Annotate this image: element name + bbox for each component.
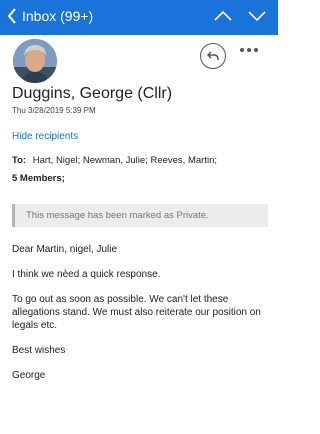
more-horizontal-icon	[247, 48, 251, 52]
chevron-up-icon	[214, 10, 232, 21]
previous-message-button[interactable]	[213, 9, 233, 28]
recipients-row: To: Hart, Nigel; Newman, Julie; Reeves, …	[12, 155, 217, 166]
recipient[interactable]: Hart, Nigel;	[33, 155, 81, 166]
avatar[interactable]	[13, 39, 57, 83]
body-paragraph: I think we nèed a quick response.	[12, 269, 161, 280]
hide-recipients-link[interactable]: Hide recipients	[12, 131, 78, 142]
body-paragraph: Dear Martin, nigel, Julie	[12, 244, 118, 255]
more-horizontal-icon	[240, 48, 244, 52]
private-notice: This message has been marked as Private.	[12, 204, 268, 227]
recipient[interactable]: Reeves, Martin;	[150, 155, 217, 166]
reply-button[interactable]	[200, 43, 226, 69]
top-bar: Inbox (99+)	[0, 0, 278, 35]
more-options-button[interactable]	[240, 48, 258, 52]
chevron-left-icon	[7, 8, 16, 24]
chevron-down-icon	[248, 11, 266, 22]
next-message-button[interactable]	[247, 9, 267, 28]
body-paragraph: Best wishes	[12, 345, 66, 356]
members-count[interactable]: 5 Members;	[12, 173, 65, 184]
message-body: Dear Martin, nigel, Julie I think we nèe…	[12, 243, 274, 394]
to-label: To:	[12, 155, 27, 166]
message-date: Thu 3/28/2019 5:39 PM	[12, 106, 96, 115]
more-horizontal-icon	[254, 48, 258, 52]
recipient[interactable]: Newman, Julie;	[83, 155, 148, 166]
reply-icon	[207, 51, 219, 60]
back-button[interactable]: Inbox (99+)	[6, 7, 93, 25]
sender-name[interactable]: Duggins, George (Cllr)	[12, 85, 172, 103]
sender-photo	[13, 39, 57, 83]
body-paragraph: George	[12, 370, 46, 381]
body-paragraph: To go out as soon as possible. We can't …	[12, 294, 261, 331]
inbox-label: Inbox (99+)	[22, 8, 94, 24]
